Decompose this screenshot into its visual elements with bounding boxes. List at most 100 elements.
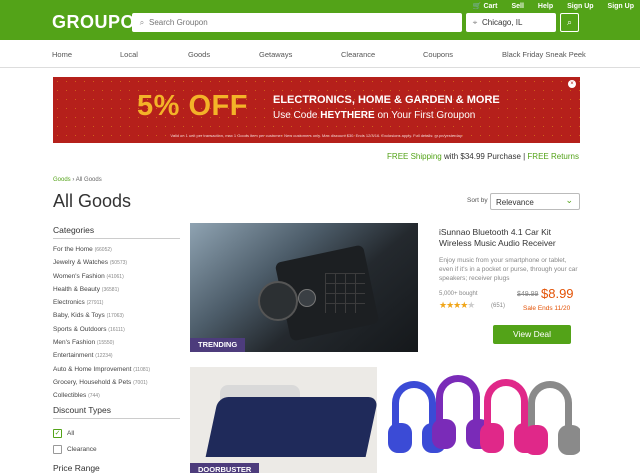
category-item[interactable]: Entertainment (12234) <box>53 349 180 362</box>
close-icon[interactable]: × <box>568 80 576 88</box>
category-item[interactable]: Sports & Outdoors (16111) <box>53 323 180 336</box>
category-item[interactable]: Auto & Home Improvement (11081) <box>53 363 180 376</box>
sale-price: $8.99 <box>541 286 574 301</box>
cart-link[interactable]: 🛒 Cart <box>472 2 498 11</box>
category-count: (66052) <box>94 247 112 253</box>
category-count: (11081) <box>133 366 151 373</box>
nav-coupons[interactable]: Coupons <box>423 50 453 59</box>
discount-types-panel: Discount Types ✓ All Clearance <box>53 405 180 457</box>
product-image-car-kit[interactable] <box>190 223 418 352</box>
promo-fine-print: Valid on 1 unit per transaction, max 1 G… <box>170 133 463 138</box>
sort-label: Sort by <box>467 197 488 204</box>
category-count: (17063) <box>106 313 124 320</box>
category-name: Entertainment <box>53 352 94 360</box>
search-input[interactable] <box>149 18 449 27</box>
search-icon: ⌕ <box>139 17 145 27</box>
category-count: (12234) <box>95 353 113 360</box>
category-name: Men's Fashion <box>53 339 96 347</box>
category-name: Health & Beauty <box>53 285 100 293</box>
old-price: $49.99 <box>517 291 539 298</box>
category-item[interactable]: Men's Fashion (15550) <box>53 336 180 349</box>
product-image-comforter[interactable] <box>190 367 377 473</box>
promo-code: HEYTHERE <box>320 110 375 121</box>
category-item[interactable]: Grocery, Household & Pets (7001) <box>53 376 180 389</box>
category-count: (7001) <box>133 379 148 386</box>
sell-link[interactable]: Sell <box>511 2 523 10</box>
category-count: (16111) <box>108 326 125 333</box>
search-box: ⌕ <box>132 13 462 32</box>
free-shipping-link[interactable]: FREE Shipping <box>387 152 442 161</box>
product-details: iSunnao Bluetooth 4.1 Car Kit Wireless M… <box>439 227 580 312</box>
sort-select[interactable]: Relevance ⌄ <box>490 193 580 210</box>
shipping-notice: FREE Shipping with $34.99 Purchase | FRE… <box>387 152 579 161</box>
category-item[interactable]: For the Home (66052) <box>53 243 180 256</box>
breadcrumb-current: All Goods <box>75 177 102 183</box>
product-description: Enjoy music from your smartphone or tabl… <box>439 257 578 282</box>
breadcrumb-goods[interactable]: Goods <box>53 177 71 183</box>
nav-goods[interactable]: Goods <box>188 50 210 59</box>
category-item[interactable]: Women's Fashion (41061) <box>53 270 180 283</box>
location-field[interactable]: ⌖ Chicago, IL <box>466 13 556 32</box>
product-image-headphones[interactable] <box>386 367 580 473</box>
category-name: Auto & Home Improvement <box>53 365 132 373</box>
nav-clearance[interactable]: Clearance <box>341 50 375 59</box>
nav-black-friday[interactable]: Black Friday Sneak Peek <box>502 50 586 59</box>
chevron-down-icon: ⌄ <box>565 195 573 205</box>
nav-home[interactable]: Home <box>52 50 72 59</box>
checkbox[interactable] <box>53 444 62 454</box>
cart-icon: 🛒 <box>472 3 482 10</box>
category-name: Sports & Outdoors <box>53 325 107 333</box>
discount-types-title: Discount Types <box>53 405 180 419</box>
trending-badge: TRENDING <box>190 338 246 352</box>
category-item[interactable]: Baby, Kids & Toys (17063) <box>53 309 180 322</box>
category-item[interactable]: Jewelry & Watches (50573) <box>53 256 180 269</box>
help-link[interactable]: Help <box>538 2 553 10</box>
star-rating-icon: ★★★★★ <box>439 300 475 310</box>
category-item[interactable]: Electronics (27911) <box>53 296 180 309</box>
discount-option-all[interactable]: ✓ All <box>53 425 180 441</box>
signup-link-2[interactable]: Sign Up <box>608 2 634 10</box>
search-button[interactable]: ⌕ <box>560 13 579 32</box>
category-name: Collectibles <box>53 392 87 400</box>
view-deal-button[interactable]: View Deal <box>493 325 571 344</box>
nav-local[interactable]: Local <box>120 50 138 59</box>
promo-line-1: ELECTRONICS, HOME & GARDEN & MORE <box>273 94 500 106</box>
category-name: Jewelry & Watches <box>53 259 109 267</box>
category-count: (27911) <box>86 300 104 307</box>
free-returns-link[interactable]: FREE Returns <box>527 152 579 161</box>
checkbox-checked[interactable]: ✓ <box>53 428 62 438</box>
category-name: Electronics <box>53 299 85 307</box>
bought-count: 5,000+ bought <box>439 291 478 297</box>
category-count: (41061) <box>106 273 124 280</box>
categories-title: Categories <box>53 225 180 239</box>
top-links: 🛒 Cart Sell Help Sign Up Sign Up <box>472 2 634 11</box>
category-count: (36581) <box>101 286 120 293</box>
promo-line-2: Use Code HEYTHERE on Your First Groupon <box>273 110 476 121</box>
breadcrumb: Goods › All Goods <box>53 177 102 183</box>
category-item[interactable]: Collectibles (744) <box>53 389 180 402</box>
site-header: GROUPON 🛒 Cart Sell Help Sign Up Sign Up … <box>0 0 640 40</box>
promo-headline: 5% OFF <box>137 90 248 122</box>
product-title[interactable]: iSunnao Bluetooth 4.1 Car Kit Wireless M… <box>439 227 580 249</box>
discount-option-clearance[interactable]: Clearance <box>53 441 180 457</box>
signup-link[interactable]: Sign Up <box>567 2 593 10</box>
main-nav: Home Local Goods Getaways Clearance Coup… <box>0 40 640 68</box>
category-count: (744) <box>88 393 100 400</box>
category-name: Grocery, Household & Pets <box>53 378 132 386</box>
category-item[interactable]: Health & Beauty (36581) <box>53 283 180 296</box>
category-name: For the Home <box>53 246 93 253</box>
price-range-title: Price Range <box>53 463 100 473</box>
sort-value: Relevance <box>496 198 534 207</box>
nav-getaways[interactable]: Getaways <box>259 50 292 59</box>
location-pin-icon: ⌖ <box>472 17 478 27</box>
search-icon: ⌕ <box>566 17 573 27</box>
categories-panel: Categories For the Home (66052) Jewelry &… <box>53 225 180 403</box>
page-title: All Goods <box>53 191 132 211</box>
promo-banner[interactable]: 5% OFF ELECTRONICS, HOME & GARDEN & MORE… <box>53 77 580 143</box>
sale-ends: Sale Ends 11/20 <box>523 305 571 312</box>
category-name: Baby, Kids & Toys <box>53 312 105 320</box>
category-count: (15550) <box>96 340 115 347</box>
location-value: Chicago, IL <box>482 18 523 27</box>
rating-count: (651) <box>491 303 506 309</box>
category-count: (50573) <box>109 260 128 267</box>
